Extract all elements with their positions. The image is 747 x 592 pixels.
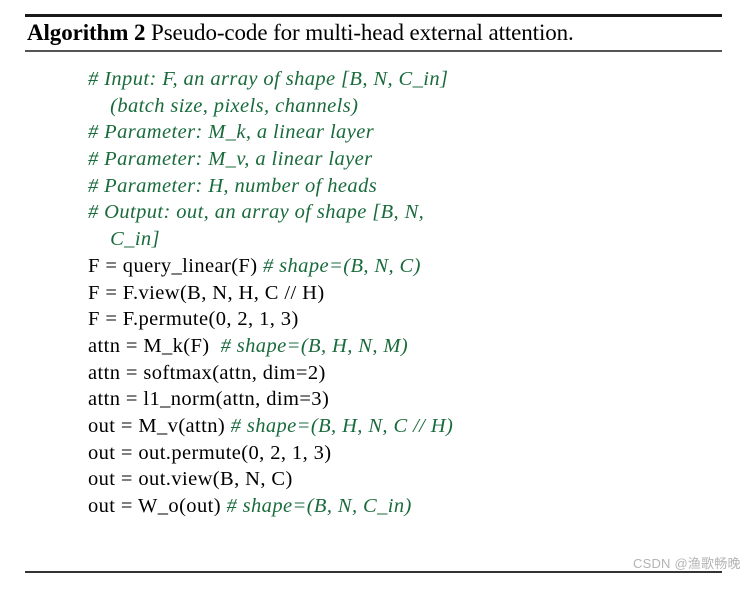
code-line: attn = M_k(F) # shape=(B, H, N, M) <box>88 333 728 360</box>
caption-separator-rule <box>25 50 722 52</box>
code-comment: # Parameter: M_v, a linear layer <box>88 148 373 171</box>
code-text: out = out.permute(0, 2, 1, 3) <box>88 441 332 464</box>
code-line: attn = softmax(attn, dim=2) <box>88 360 728 387</box>
code-text: out = M_v(attn) <box>88 414 231 437</box>
code-text: out = out.view(B, N, C) <box>88 468 293 491</box>
code-text: out = W_o(out) <box>88 495 227 517</box>
code-comment: # Output: out, an array of shape [B, N, <box>88 201 425 224</box>
code-line: out = out.permute(0, 2, 1, 3) <box>88 440 728 467</box>
code-comment: # Parameter: H, number of heads <box>88 174 378 197</box>
code-text: attn = M_k(F) <box>88 334 221 357</box>
code-line: # Parameter: H, number of heads <box>88 173 728 200</box>
code-line: out = M_v(attn) # shape=(B, H, N, C // H… <box>88 413 728 440</box>
algorithm-title: Pseudo-code for multi-head external atte… <box>145 20 574 45</box>
code-comment: # Parameter: M_k, a linear layer <box>88 121 375 144</box>
code-text: attn = softmax(attn, dim=2) <box>88 361 326 384</box>
code-text: F = F.permute(0, 2, 1, 3) <box>88 308 299 331</box>
code-comment: # shape=(B, H, N, M) <box>220 334 409 357</box>
code-line: F = query_linear(F) # shape=(B, N, C) <box>88 253 728 280</box>
code-comment: # shape=(B, N, C_in) <box>226 495 412 517</box>
code-comment: # shape=(B, N, C) <box>262 254 421 277</box>
watermark: CSDN @渔歌畅晚 <box>633 556 741 571</box>
code-comment: (batch size, pixels, channels) <box>110 94 359 117</box>
code-line: out = out.view(B, N, C) <box>88 466 728 493</box>
code-line: # Input: F, an array of shape [B, N, C_i… <box>88 66 728 93</box>
code-line: # Output: out, an array of shape [B, N, <box>88 199 728 226</box>
code-line: (batch size, pixels, channels) <box>88 93 728 120</box>
code-line: # Parameter: M_k, a linear layer <box>88 119 728 146</box>
code-line: F = F.permute(0, 2, 1, 3) <box>88 306 728 333</box>
code-line: out = W_o(out) # shape=(B, N, C_in) <box>88 493 728 520</box>
bottom-rule <box>25 571 722 573</box>
algorithm-block: Algorithm 2 Pseudo-code for multi-head e… <box>25 0 740 592</box>
code-line: # Parameter: M_v, a linear layer <box>88 146 728 173</box>
code-line: C_in] <box>88 226 728 253</box>
code-comment: # shape=(B, H, N, C // H) <box>230 414 454 437</box>
top-rule <box>25 14 722 17</box>
algorithm-caption: Algorithm 2 Pseudo-code for multi-head e… <box>27 18 574 48</box>
code-comment: C_in] <box>110 228 160 251</box>
code-text: F = query_linear(F) <box>88 254 263 277</box>
pseudocode-listing: # Input: F, an array of shape [B, N, C_i… <box>88 66 728 520</box>
code-line: attn = l1_norm(attn, dim=3) <box>88 386 728 413</box>
algorithm-label: Algorithm 2 <box>27 20 146 45</box>
code-comment: # Input: F, an array of shape [B, N, C_i… <box>88 68 449 90</box>
code-text: F = F.view(B, N, H, C // H) <box>88 281 325 304</box>
code-text: attn = l1_norm(attn, dim=3) <box>88 388 330 411</box>
code-line: F = F.view(B, N, H, C // H) <box>88 280 728 307</box>
